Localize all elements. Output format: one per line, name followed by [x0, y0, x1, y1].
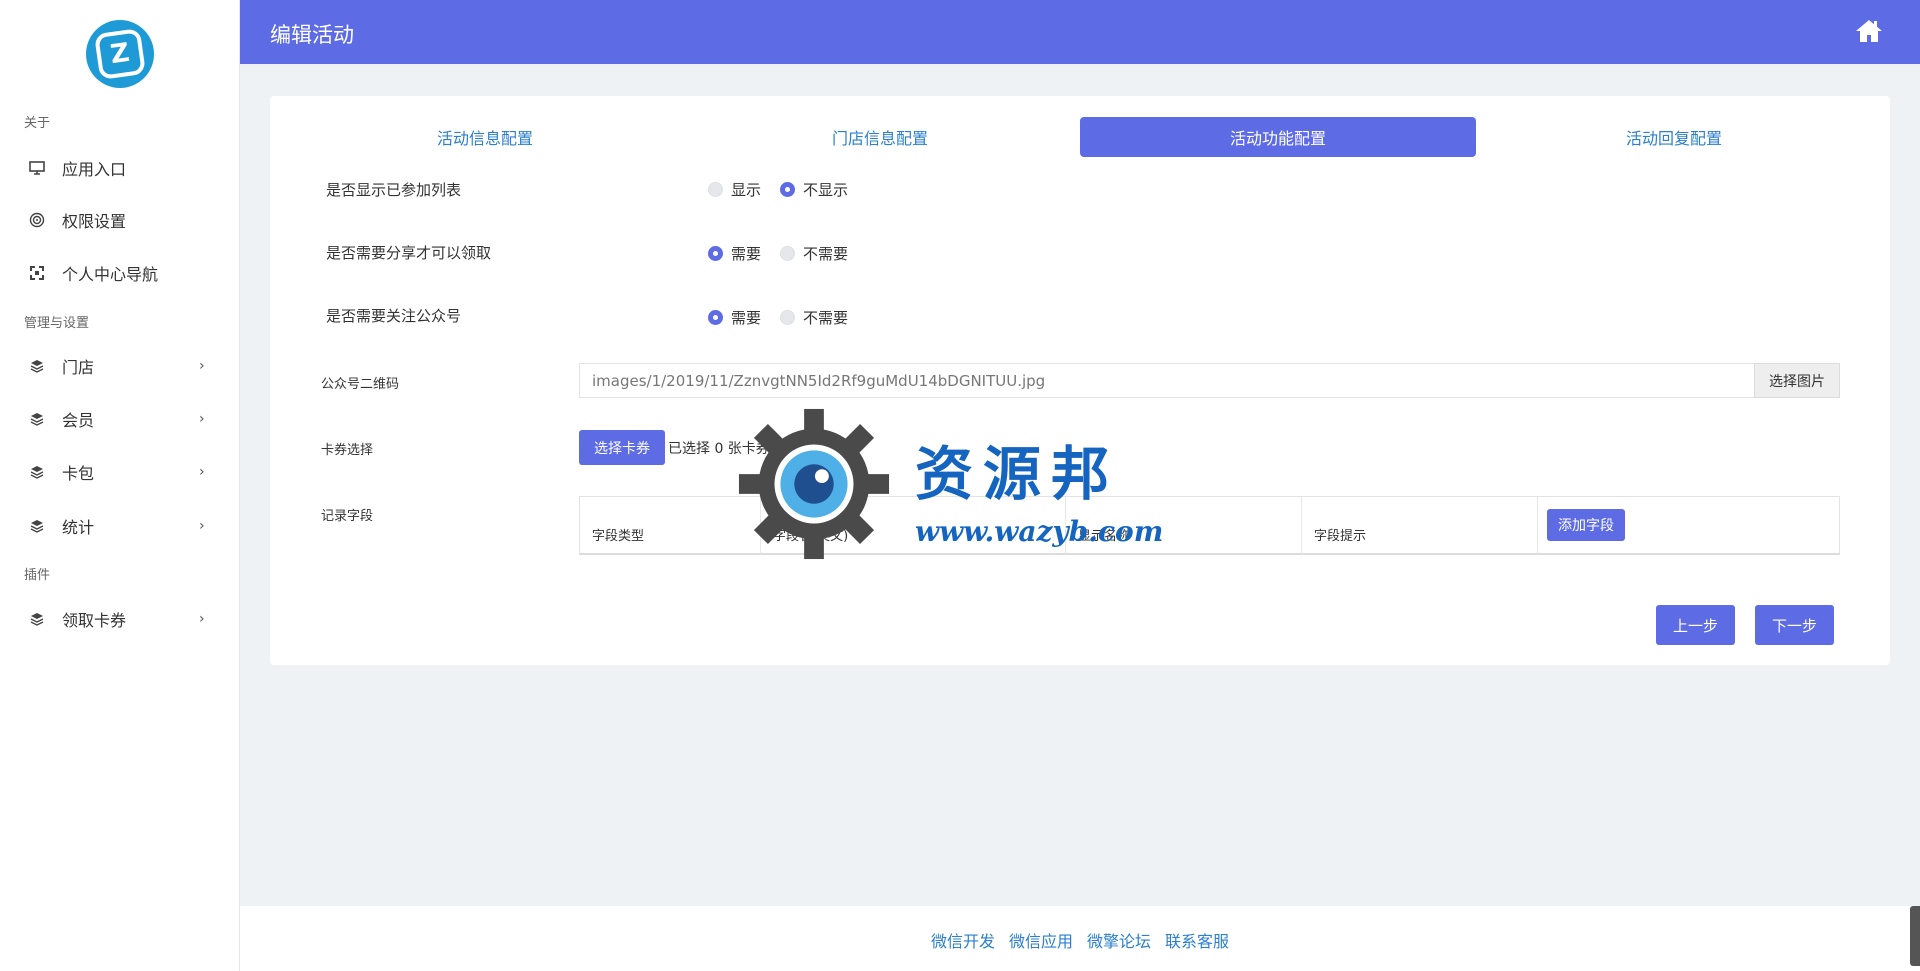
select-image-button[interactable]: 选择图片 [1754, 363, 1840, 398]
footer-link-forum[interactable]: 微擎论坛 [1087, 928, 1151, 952]
logo-mark: Z [94, 28, 146, 80]
table-header-cell: 字段提示 [1302, 497, 1538, 554]
scrollbar-handle[interactable] [1910, 906, 1920, 966]
sidebar-item-label: 权限设置 [62, 212, 127, 231]
sidebar-item-label: 领取卡券 [62, 611, 127, 630]
sidebar-item-card-wallet[interactable]: 卡包 › [0, 452, 240, 492]
tab-store-info[interactable]: 门店信息配置 [682, 117, 1078, 157]
monitor-icon [28, 159, 46, 177]
chevron-right-icon: › [199, 611, 205, 627]
section-label-plugins: 插件 [24, 568, 51, 583]
sidebar-item-user-center-nav[interactable]: 个人中心导航 [0, 253, 240, 293]
show-joined-radio-show[interactable]: 显示 [708, 179, 761, 200]
top-bar: 编辑活动 [240, 0, 1920, 64]
share-required-label: 是否需要分享才可以领取 [326, 244, 492, 262]
radio-label: 显示 [731, 181, 762, 199]
section-label-about: 关于 [24, 116, 51, 131]
page-title: 编辑活动 [270, 23, 354, 47]
radio-dot [780, 310, 795, 325]
tab-activity-info[interactable]: 活动信息配置 [287, 117, 683, 157]
sidebar-item-label: 个人中心导航 [62, 265, 159, 284]
sidebar-item-label: 卡包 [62, 464, 95, 483]
follow-required-radio-yes[interactable]: 需要 [708, 307, 761, 328]
radio-label: 不需要 [803, 309, 849, 327]
tab-activity-reply[interactable]: 活动回复配置 [1476, 117, 1872, 157]
footer: 微信开发 微信应用 微擎论坛 联系客服 [240, 906, 1920, 971]
radio-label: 不显示 [803, 181, 849, 199]
show-joined-radio-hide[interactable]: 不显示 [780, 179, 848, 200]
watermark-title: 资源邦 [915, 440, 1120, 508]
follow-required-label: 是否需要关注公众号 [326, 307, 462, 325]
show-joined-label: 是否显示已参加列表 [326, 181, 462, 199]
share-required-radio-yes[interactable]: 需要 [708, 243, 761, 264]
sidebar-item-label: 应用入口 [62, 160, 127, 179]
radio-dot [708, 182, 723, 197]
chevron-right-icon: › [199, 411, 205, 427]
main-card: 活动信息配置 门店信息配置 活动功能配置 活动回复配置 是否显示已参加列表 显示… [270, 96, 1890, 665]
next-step-button[interactable]: 下一步 [1755, 605, 1834, 645]
sidebar-item-store[interactable]: 门店 › [0, 346, 240, 386]
add-field-button[interactable]: 添加字段 [1547, 509, 1625, 541]
expand-icon [28, 264, 46, 282]
footer-link-wechat-apps[interactable]: 微信应用 [1009, 928, 1073, 952]
footer-link-support[interactable]: 联系客服 [1165, 928, 1229, 952]
sidebar-item-label: 统计 [62, 518, 95, 537]
app-logo[interactable]: Z [86, 20, 154, 88]
sidebar-item-permissions[interactable]: 权限设置 [0, 200, 240, 240]
select-coupon-button[interactable]: 选择卡券 [579, 430, 665, 465]
radio-dot [708, 246, 723, 261]
table-header-cell: 字段类型 [580, 497, 761, 554]
sidebar-item-claim-coupon[interactable]: 领取卡券 › [0, 599, 240, 639]
watermark: 资源邦 www.wazyb.com [735, 405, 1195, 565]
layers-icon [28, 463, 46, 481]
prev-step-button[interactable]: 上一步 [1656, 605, 1735, 645]
column-header: 字段提示 [1314, 529, 1367, 544]
home-icon[interactable] [1855, 18, 1883, 46]
radio-dot [708, 310, 723, 325]
qrcode-path-input[interactable]: images/1/2019/11/ZznvgtNN5Id2Rf9guMdU14b… [579, 363, 1754, 398]
sidebar-item-statistics[interactable]: 统计 › [0, 506, 240, 546]
section-label-management: 管理与设置 [24, 316, 90, 331]
sidebar-item-label: 会员 [62, 411, 95, 430]
radio-label: 需要 [731, 245, 762, 263]
layers-icon [28, 410, 46, 428]
layers-icon [28, 517, 46, 535]
radio-dot [780, 246, 795, 261]
footer-link-wechat-dev[interactable]: 微信开发 [931, 928, 995, 952]
sidebar-item-label: 门店 [62, 358, 95, 377]
layers-icon [28, 610, 46, 628]
sidebar-item-member[interactable]: 会员 › [0, 399, 240, 439]
radio-label: 不需要 [803, 245, 849, 263]
sidebar: Z 关于 应用入口 权限设置 个人中心导航 管理与设置 门店 › 会员 › 卡包… [0, 0, 240, 971]
chevron-right-icon: › [199, 518, 205, 534]
radio-label: 需要 [731, 309, 762, 327]
follow-required-radio-no[interactable]: 不需要 [780, 307, 848, 328]
chevron-right-icon: › [199, 358, 205, 374]
column-header: 字段类型 [592, 529, 645, 544]
qrcode-label: 公众号二维码 [321, 377, 400, 392]
layers-icon [28, 357, 46, 375]
tab-activity-function[interactable]: 活动功能配置 [1080, 117, 1476, 157]
gear-icon [738, 408, 890, 560]
radio-dot [780, 182, 795, 197]
watermark-url: www.wazyb.com [915, 515, 1164, 548]
sidebar-item-app-entry[interactable]: 应用入口 [0, 148, 240, 188]
target-icon [28, 211, 46, 229]
share-required-radio-no[interactable]: 不需要 [780, 243, 848, 264]
record-fields-label: 记录字段 [321, 509, 374, 524]
coupon-label: 卡券选择 [321, 443, 374, 458]
chevron-right-icon: › [199, 464, 205, 480]
